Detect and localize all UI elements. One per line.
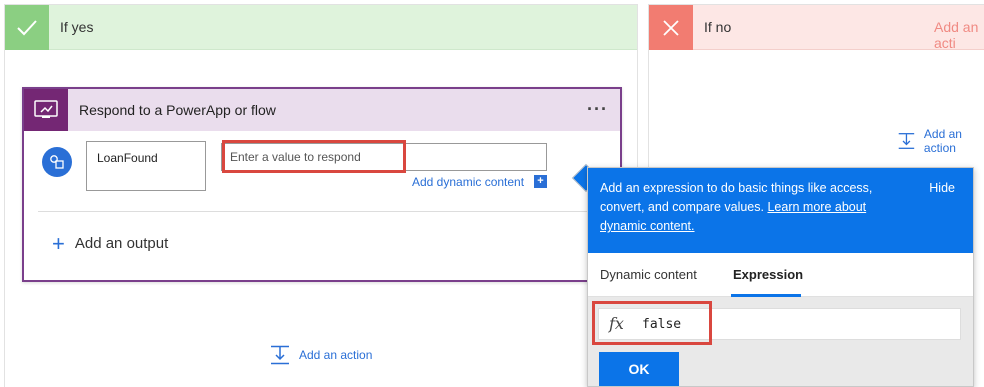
add-action-icon	[898, 133, 915, 149]
if-no-header[interactable]: If no Add an acti	[649, 5, 984, 51]
close-x-icon	[649, 5, 693, 50]
add-dynamic-content-link[interactable]: Add dynamic content	[412, 175, 524, 189]
add-action-button-yes[interactable]: Add an action	[269, 345, 372, 365]
fx-icon: fx	[609, 314, 624, 333]
divider	[38, 211, 606, 212]
ok-button[interactable]: OK	[599, 352, 679, 386]
popover-tabs: Dynamic content Expression	[588, 253, 973, 297]
if-yes-title: If yes	[60, 19, 94, 35]
if-no-header-faded-text: Add an acti	[934, 19, 979, 51]
if-no-title: If no	[704, 19, 732, 35]
add-action-label: Add an action	[299, 348, 373, 362]
expression-value: false	[642, 317, 682, 332]
add-action-label: Add an action	[923, 127, 962, 155]
add-output-label: Add an output	[74, 235, 169, 252]
parameter-type-icon	[42, 147, 72, 177]
checkmark-icon	[5, 5, 49, 50]
popover-info-banner: Add an expression to do basic things lik…	[588, 168, 973, 253]
add-dynamic-content-icon[interactable]: +	[534, 175, 547, 188]
tab-dynamic-content[interactable]: Dynamic content	[600, 267, 697, 282]
expression-popover: Add an expression to do basic things lik…	[587, 167, 974, 387]
tab-expression[interactable]: Expression	[733, 267, 803, 282]
hide-button[interactable]: Hide	[929, 179, 955, 198]
respond-value-input[interactable]	[221, 143, 547, 171]
if-yes-branch: If yes Respond to a PowerApp or flow ···…	[4, 4, 638, 387]
card-title: Respond to a PowerApp or flow	[79, 102, 276, 118]
output-name-field[interactable]: LoanFound	[86, 141, 206, 191]
plus-icon: +	[52, 230, 65, 256]
add-action-button-no[interactable]: Add an action	[897, 127, 984, 155]
add-output-button[interactable]: + Add an output	[52, 230, 169, 256]
add-action-icon	[271, 345, 289, 365]
expression-editor: fx false OK	[588, 297, 973, 386]
card-header[interactable]: Respond to a PowerApp or flow ···	[24, 89, 620, 131]
expression-input[interactable]: fx false	[598, 308, 961, 340]
respond-action-card[interactable]: Respond to a PowerApp or flow ··· LoanFo…	[22, 87, 622, 282]
more-options-icon[interactable]: ···	[587, 99, 608, 120]
if-yes-header[interactable]: If yes	[5, 5, 637, 50]
powerapps-icon	[24, 89, 68, 131]
